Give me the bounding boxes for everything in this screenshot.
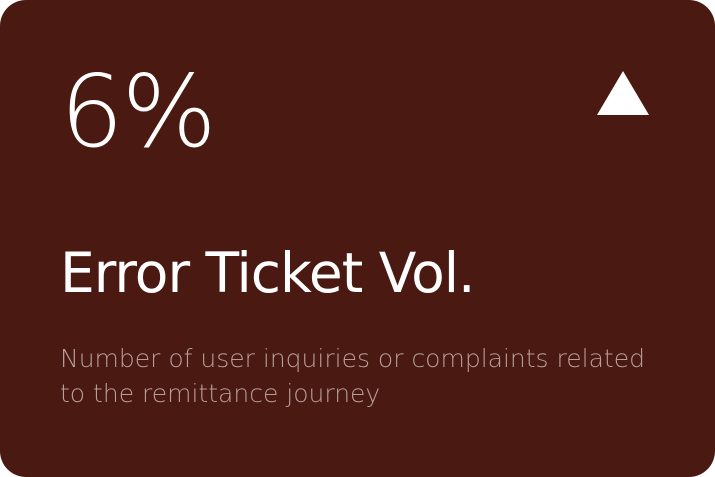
metric-description: Number of user inquiries or complaints r… (60, 344, 645, 408)
metric-value: 6% (60, 53, 217, 170)
metric-title: Error Ticket Vol. (60, 241, 476, 305)
triangle-up-icon (597, 71, 649, 115)
metric-card: 6% Error Ticket Vol. Number of user inqu… (0, 0, 715, 477)
